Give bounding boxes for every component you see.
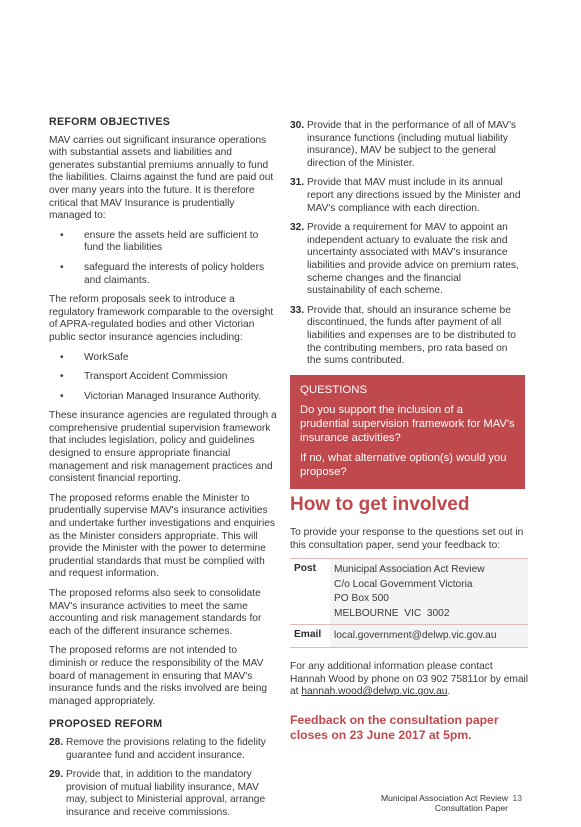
list-item: WorkSafe xyxy=(49,352,277,365)
reform-item: 31. Provide that MAV must include in its … xyxy=(290,177,522,215)
questions-box: QUESTIONS Do you support the inclusion o… xyxy=(290,374,525,489)
reform-item: 30. Provide that in the performance of al… xyxy=(290,120,522,170)
paragraph: The proposed reforms also seek to consol… xyxy=(49,588,262,637)
question-1: Do you support the inclusion of a pruden… xyxy=(300,403,515,444)
paragraph: These insurance agencies are regulated t… xyxy=(49,410,277,485)
proposed-reform-list-continued: 30. Provide that in the performance of al… xyxy=(290,120,522,368)
questions-title: QUESTIONS xyxy=(300,383,368,396)
paragraph: The proposed reforms are not intended to… xyxy=(49,645,268,707)
post-address: Municipal Association Act Review C/o Loc… xyxy=(330,558,528,625)
reform-item: 32. Provide a requirement for MAV to appo… xyxy=(290,222,522,298)
item-number: 33. xyxy=(290,304,305,316)
post-label: Post xyxy=(294,563,317,574)
contact-table: Post Municipal Association Act Review C/… xyxy=(290,558,528,648)
page-number: 13 xyxy=(512,793,522,803)
item-number: 32. xyxy=(290,222,305,234)
page-footer: Municipal Association Act Review Consult… xyxy=(380,793,522,813)
paragraph: The proposed reforms enable the Minister… xyxy=(49,492,275,580)
post-row: Post Municipal Association Act Review C/… xyxy=(290,558,528,625)
how-intro: To provide your response to the question… xyxy=(290,527,524,551)
footer-title: Municipal Association Act Review xyxy=(380,793,508,803)
list-item: safeguard the interests of policy holder… xyxy=(49,262,277,287)
list-item: Victorian Managed Insurance Authority. xyxy=(49,391,277,404)
reform-item: 33. Provide that, should an insurance sch… xyxy=(290,305,522,368)
item-number: 28. xyxy=(49,736,64,748)
item-number: 30. xyxy=(290,120,305,131)
objectives-list: ensure the assets held are sufficient to… xyxy=(49,230,277,287)
address-line: PO Box 500 xyxy=(334,593,389,605)
address-line: Municipal Association Act Review xyxy=(334,564,485,575)
item-text: Provide that in the performance of all o… xyxy=(307,120,517,169)
email-value[interactable]: local.government@delwp.vic.gov.au xyxy=(330,624,528,648)
item-text: Provide that MAV must include in its ann… xyxy=(307,177,521,214)
paragraph: MAV carries out significant insurance op… xyxy=(49,134,274,222)
item-text: Remove the provisions relating to the fi… xyxy=(66,736,266,761)
punctuation: . xyxy=(447,686,451,698)
question-2: If no, what alternative option(s) would … xyxy=(300,451,507,478)
list-item: Transport Accident Commission xyxy=(49,371,277,384)
item-text: Provide a requirement for MAV to appoint… xyxy=(307,222,519,297)
list-item: ensure the assets held are sufficient to… xyxy=(49,230,277,255)
address-line: C/o Local Government Victoria xyxy=(334,578,473,590)
agencies-list: WorkSafe Transport Accident Commission V… xyxy=(49,352,277,404)
contact-email-link[interactable]: hannah.wood@delwp.vic.gov.au xyxy=(301,686,447,697)
item-text: Provide that, should an insurance scheme… xyxy=(307,304,516,367)
paragraph: The reform proposals seek to introduce a… xyxy=(49,294,274,343)
how-to-get-involved-heading: How to get involved xyxy=(290,494,470,515)
reform-item: 29. Provide that, in addition to the mand… xyxy=(49,769,277,819)
closing-date-notice: Feedback on the consultation paper close… xyxy=(290,713,499,742)
proposed-reform-heading: PROPOSED REFORM xyxy=(49,718,163,731)
item-text: Provide that, in addition to the mandato… xyxy=(66,769,266,818)
additional-info: For any additional information please co… xyxy=(290,661,530,699)
email-row: Email local.government@delwp.vic.gov.au xyxy=(290,624,528,648)
proposed-reform-list: 28. Remove the provisions relating to the… xyxy=(49,737,277,820)
left-column: REFORM OBJECTIVES MAV carries out signif… xyxy=(49,116,277,827)
address-line: MELBOURNE VIC 3002 xyxy=(334,607,450,619)
email-label: Email xyxy=(294,629,322,641)
item-number: 29. xyxy=(49,769,64,781)
right-column: 30. Provide that in the performance of al… xyxy=(290,120,525,489)
footer-subtitle: Consultation Paper xyxy=(434,803,508,813)
reform-objectives-heading: REFORM OBJECTIVES xyxy=(49,116,171,128)
item-number: 31. xyxy=(290,177,305,189)
reform-item: 28. Remove the provisions relating to the… xyxy=(49,737,277,762)
